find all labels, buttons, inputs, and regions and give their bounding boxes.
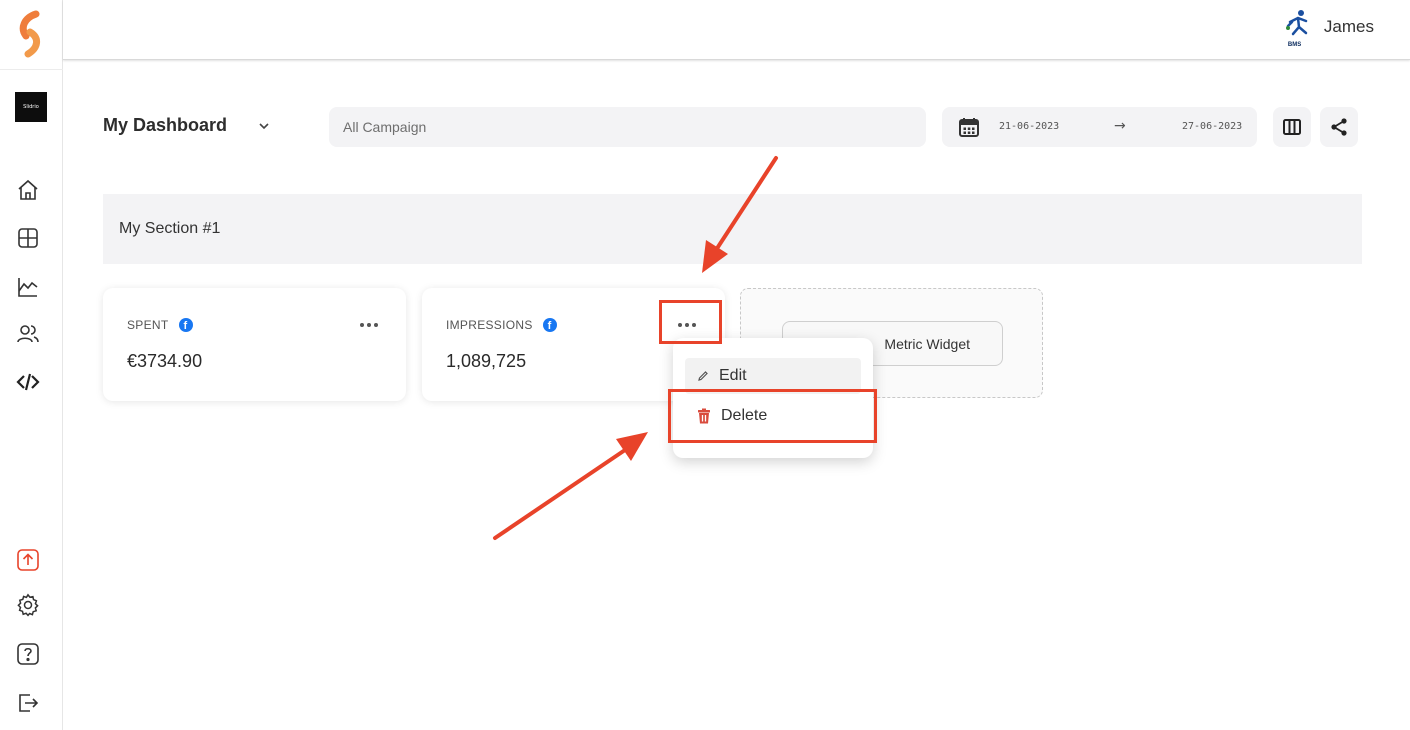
date-range-picker[interactable]: 21-06-2023 → 27-06-2023 xyxy=(942,107,1257,147)
calendar-icon xyxy=(959,118,979,137)
metric-label-row: SPENT f xyxy=(127,318,193,332)
more-dot xyxy=(360,323,364,327)
more-dot xyxy=(685,323,689,327)
user-name: James xyxy=(1323,17,1374,36)
date-from[interactable]: 21-06-2023 xyxy=(999,121,1059,132)
share-button[interactable] xyxy=(1320,107,1358,147)
annotation-arrow-line xyxy=(493,448,627,540)
help-icon[interactable] xyxy=(15,641,41,667)
user-menu[interactable]: BMS James xyxy=(1284,8,1374,52)
campaign-select-value: All Campaign xyxy=(343,119,427,135)
facebook-icon: f xyxy=(178,318,193,332)
columns-layout-button[interactable] xyxy=(1273,107,1311,147)
top-bar: BMS James xyxy=(63,0,1410,60)
org-logo: BMS xyxy=(1284,8,1314,52)
sidebar: Slidrio xyxy=(0,0,63,730)
users-icon[interactable] xyxy=(15,321,41,347)
date-range-arrow: → xyxy=(1114,118,1126,134)
section-header[interactable]: My Section #1 xyxy=(103,194,1362,264)
more-dot xyxy=(692,323,696,327)
date-to[interactable]: 27-06-2023 xyxy=(1182,121,1242,132)
menu-item-edit[interactable]: Edit xyxy=(685,358,861,394)
more-dot xyxy=(367,323,371,327)
logout-icon[interactable] xyxy=(15,690,41,716)
campaign-select[interactable]: All Campaign xyxy=(329,107,926,147)
metric-value: €3734.90 xyxy=(127,351,203,371)
add-metric-widget-label: Metric Widget xyxy=(884,335,970,352)
dashboard-selector[interactable]: My Dashboard xyxy=(103,115,271,136)
app-root: Slidrio BMS James My Dashboard All Campa… xyxy=(0,0,1410,730)
pencil-icon xyxy=(698,371,708,381)
workspace-logo[interactable]: Slidrio xyxy=(15,92,47,122)
workspace-logo-text: Slidrio xyxy=(23,104,39,110)
annotation-arrow-head xyxy=(616,432,648,461)
trash-icon xyxy=(698,408,710,424)
columns-icon xyxy=(1283,119,1301,135)
app-logo-icon[interactable] xyxy=(14,10,50,58)
more-dot xyxy=(678,323,682,327)
metric-widget-spent[interactable]: SPENT f €3734.90 xyxy=(103,288,406,401)
menu-item-delete[interactable]: Delete xyxy=(685,398,861,434)
widget-context-menu: Edit Delete xyxy=(673,338,873,458)
metric-label: IMPRESSIONS xyxy=(446,318,533,332)
dashboard-grid-icon[interactable] xyxy=(15,225,41,251)
sidebar-divider xyxy=(0,69,63,70)
analytics-chart-icon[interactable] xyxy=(15,274,41,300)
menu-item-edit-label: Edit xyxy=(719,367,747,384)
metric-label: SPENT xyxy=(127,318,169,332)
upload-icon[interactable] xyxy=(15,547,41,573)
code-icon[interactable] xyxy=(15,369,41,395)
metric-value: 1,089,725 xyxy=(446,351,527,371)
more-dot xyxy=(374,323,378,327)
section-title: My Section #1 xyxy=(119,220,221,237)
facebook-icon: f xyxy=(542,318,557,332)
chevron-down-icon xyxy=(259,122,269,129)
org-logo-text: BMS xyxy=(1287,42,1302,48)
dashboard-title: My Dashboard xyxy=(103,115,228,135)
more-options-button[interactable] xyxy=(675,316,699,334)
menu-item-delete-label: Delete xyxy=(721,407,768,424)
settings-gear-icon[interactable] xyxy=(15,592,41,618)
org-runner-icon xyxy=(1285,10,1308,36)
more-options-button[interactable] xyxy=(357,316,381,334)
home-icon[interactable] xyxy=(15,177,41,203)
metric-label-row: IMPRESSIONS f xyxy=(446,318,557,332)
share-icon xyxy=(1331,118,1347,136)
